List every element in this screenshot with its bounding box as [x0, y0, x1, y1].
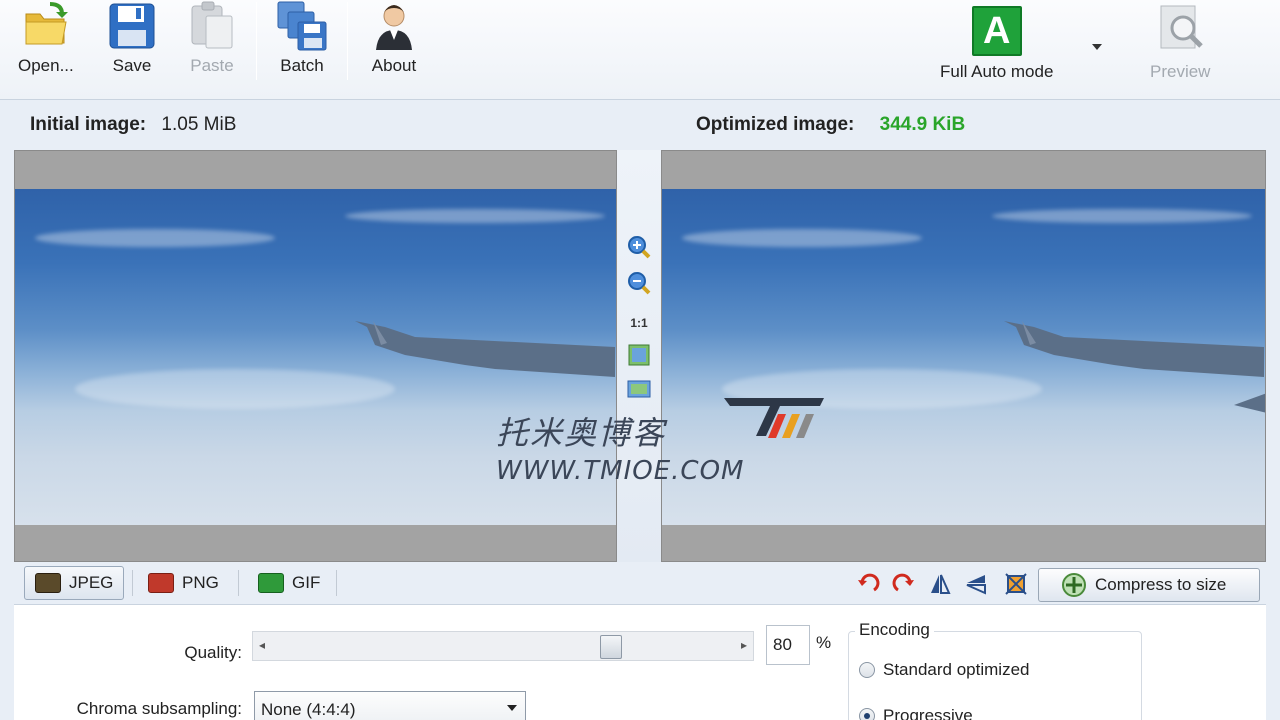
watermark-logo-icon [724, 398, 824, 438]
auto-mode-label: Full Auto mode [940, 62, 1054, 81]
zoom-toolbar: 1:1 [617, 150, 661, 562]
chevron-down-icon [507, 705, 517, 711]
clipboard-icon [186, 0, 238, 52]
paste-button[interactable]: Paste [186, 0, 238, 76]
encoding-standard-label: Standard optimized [883, 660, 1030, 679]
tab-jpeg-label: JPEG [69, 573, 114, 592]
tab-divider [132, 570, 133, 596]
encoding-standard-radio[interactable]: Standard optimized [859, 660, 1029, 680]
auto-mode-icon: A [970, 0, 1024, 56]
tab-png-label: PNG [182, 573, 219, 592]
encoding-progressive-label: Progressive [883, 706, 973, 720]
save-button[interactable]: Save [106, 0, 158, 76]
zoom-out-icon[interactable] [626, 270, 652, 296]
flip-horizontal-icon[interactable] [928, 572, 952, 596]
batch-disks-icon [276, 0, 328, 52]
watermark: 托米奥博客 WWW.TMIOE.COM [496, 398, 826, 488]
quality-slider[interactable]: ◂ ▸ [252, 631, 754, 661]
tab-gif[interactable]: GIF [248, 566, 330, 600]
encoding-group-title: Encoding [855, 620, 934, 640]
auto-mode-letter: A [982, 10, 1011, 52]
save-label: Save [112, 56, 152, 75]
quality-input[interactable]: 80 [766, 625, 810, 665]
initial-image-label: Initial image: [30, 114, 147, 135]
image-info-bar: Initial image: 1.05 MiB Optimized image:… [14, 102, 1266, 148]
auto-mode-dropdown-icon[interactable] [1092, 44, 1102, 50]
preview-label: Preview [1150, 62, 1211, 81]
tab-divider [336, 570, 337, 596]
about-button[interactable]: About [368, 0, 420, 76]
crop-icon[interactable] [1004, 572, 1028, 596]
png-format-icon [148, 573, 174, 593]
about-label: About [371, 56, 417, 75]
optimized-image-label: Optimized image: [696, 114, 855, 135]
rotate-right-icon[interactable] [892, 572, 916, 596]
airplane-wing-icon [355, 321, 615, 377]
tab-png[interactable]: PNG [138, 566, 229, 600]
quality-label: Quality: [184, 643, 242, 662]
toolbar-divider [347, 2, 348, 80]
initial-image-pane[interactable] [14, 150, 617, 562]
fit-window-icon[interactable] [626, 376, 652, 402]
format-tab-bar: JPEG PNG GIF Compress to size [14, 564, 1266, 604]
batch-label: Batch [280, 56, 324, 75]
initial-image-info: Initial image: 1.05 MiB [30, 114, 236, 136]
tab-divider [238, 570, 239, 596]
quality-slider-thumb[interactable] [599, 635, 622, 659]
compress-icon [1062, 573, 1086, 597]
initial-image-size: 1.05 MiB [161, 114, 237, 135]
open-button[interactable]: Open... [18, 0, 74, 76]
preview-button[interactable]: Preview [1150, 0, 1210, 82]
slider-right-arrow-icon[interactable]: ▸ [741, 638, 747, 652]
toolbar: Open... Save Paste Batch About A Full Au… [0, 0, 1280, 100]
optimized-image-pane[interactable] [661, 150, 1266, 562]
slider-left-arrow-icon[interactable]: ◂ [259, 638, 265, 652]
fit-image-icon[interactable] [626, 342, 652, 368]
open-label: Open... [18, 56, 74, 75]
gif-format-icon [258, 573, 284, 593]
radio-button-icon [859, 662, 875, 678]
radio-button-selected-icon [859, 708, 875, 720]
toolbar-divider [256, 2, 257, 80]
encoding-progressive-radio[interactable]: Progressive [859, 706, 973, 720]
jpeg-format-icon [35, 573, 61, 593]
flip-vertical-icon[interactable] [964, 572, 988, 596]
encoding-group: Encoding Standard optimized Progressive [848, 620, 1142, 720]
folder-open-icon [20, 0, 72, 52]
magnifier-preview-icon [1153, 0, 1207, 54]
zoom-actual-size-button[interactable]: 1:1 [626, 310, 652, 336]
tab-jpeg[interactable]: JPEG [24, 566, 125, 600]
chroma-subsampling-select[interactable]: None (4:4:4) [254, 691, 526, 720]
paste-label: Paste [190, 56, 234, 75]
tab-gif-label: GIF [292, 573, 321, 592]
chroma-subsampling-value: None (4:4:4) [261, 700, 356, 719]
quality-percent-unit: % [816, 633, 832, 652]
airplane-wing-icon [1004, 321, 1265, 413]
person-avatar-icon [368, 0, 420, 52]
watermark-url: WWW.TMIOE.COM [496, 456, 745, 486]
full-auto-mode-button[interactable]: A Full Auto mode [940, 0, 1053, 82]
floppy-disk-icon [106, 0, 158, 52]
optimized-image-size: 344.9 KiB [879, 114, 966, 135]
batch-button[interactable]: Batch [276, 0, 328, 76]
chroma-subsampling-label: Chroma subsampling: [76, 699, 242, 718]
jpeg-settings-panel: Quality: ◂ ▸ 80 % Chroma subsampling: No… [14, 604, 1266, 720]
compress-to-size-button[interactable]: Compress to size [1038, 568, 1260, 602]
rotate-left-icon[interactable] [856, 572, 880, 596]
compress-label: Compress to size [1095, 575, 1227, 594]
zoom-in-icon[interactable] [626, 234, 652, 260]
optimized-image-info: Optimized image: 344.9 KiB [696, 114, 965, 136]
